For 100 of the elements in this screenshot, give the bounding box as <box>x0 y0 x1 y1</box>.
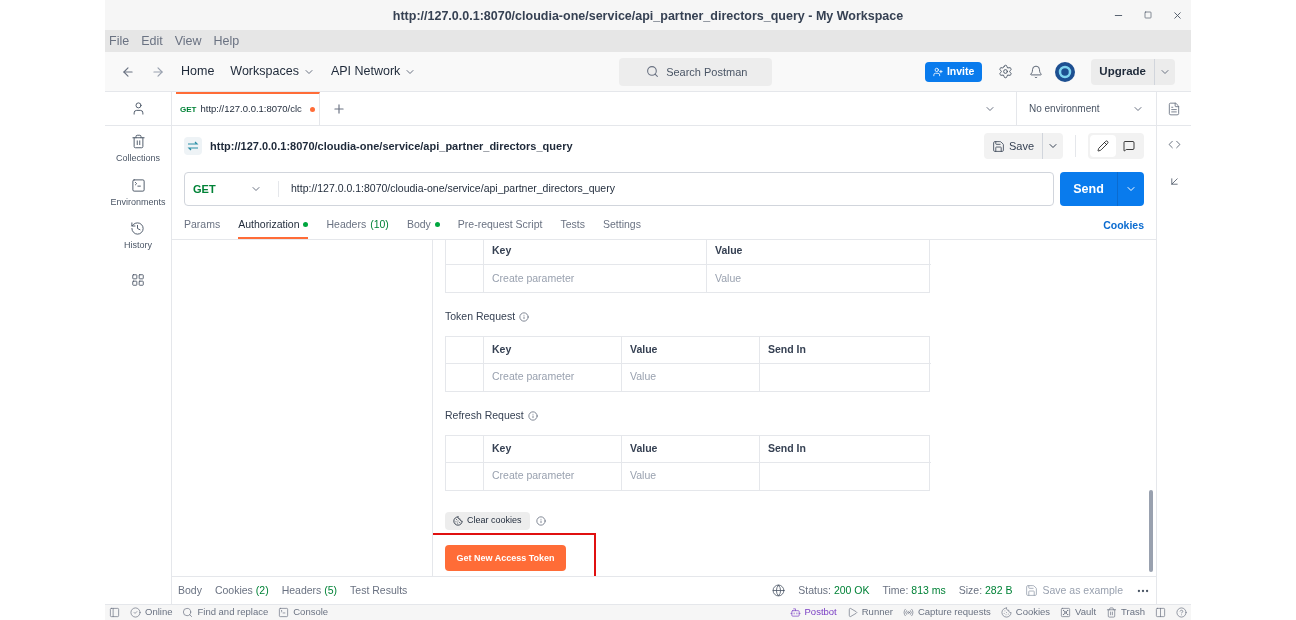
add-user-icon <box>932 66 943 77</box>
status-item[interactable]: Trash <box>1106 605 1145 620</box>
menu-item[interactable]: View <box>174 31 202 51</box>
response-tab[interactable]: Headers (5) <box>281 582 338 599</box>
add-icon[interactable] <box>331 101 346 116</box>
response-tab[interactable]: Body <box>178 582 202 599</box>
close-icon[interactable] <box>1172 9 1183 21</box>
response-meta: Status: 200 OK <box>798 582 870 598</box>
search-field[interactable]: Search Postman <box>619 57 773 86</box>
save-example-button[interactable]: Save as example <box>1025 582 1123 599</box>
status-item[interactable]: Online <box>130 605 173 620</box>
forward-icon[interactable] <box>151 64 165 79</box>
section-tab[interactable]: Tests <box>560 212 585 239</box>
cookie-icon <box>1000 607 1012 618</box>
section-tab[interactable]: Authorization <box>238 212 309 239</box>
save-icon <box>991 139 1005 153</box>
invite-button[interactable]: Invite <box>924 61 983 82</box>
status-item[interactable]: Postbot <box>789 605 837 620</box>
section-tab[interactable]: Body <box>406 212 440 239</box>
edit-icon[interactable] <box>1097 140 1109 152</box>
nav-item[interactable]: Home <box>181 62 215 81</box>
http-icon <box>184 137 202 155</box>
column-header: Key <box>492 440 512 456</box>
comment-icon[interactable] <box>1123 140 1135 152</box>
url-field[interactable]: GET http://127.0.0.1:8070/cloudia-one/service/api_partner_directors_query <box>184 172 1054 206</box>
maximize-icon[interactable] <box>1144 11 1152 19</box>
placeholder-text[interactable]: Value <box>715 270 742 287</box>
request-tab[interactable]: GET http://127.0.0.1:8070/clc <box>176 92 320 125</box>
status-item[interactable]: Find and replace <box>182 605 269 620</box>
info-icon[interactable] <box>527 410 538 421</box>
section-title: Refresh Request <box>445 407 524 423</box>
back-icon[interactable] <box>121 64 135 79</box>
sidebar-item[interactable]: History <box>124 221 152 253</box>
placeholder-text[interactable]: Create parameter <box>492 468 575 484</box>
sidebar-toggle-icon[interactable] <box>109 607 120 618</box>
placeholder-text[interactable]: Value <box>630 369 657 386</box>
placeholder-text[interactable]: Create parameter <box>492 270 575 287</box>
status-item[interactable]: Cookies <box>1000 605 1051 620</box>
status-item[interactable]: Runner <box>846 605 893 620</box>
cookies-link[interactable]: Cookies <box>1103 212 1144 239</box>
code-icon[interactable] <box>1167 138 1181 151</box>
search-icon <box>182 607 194 618</box>
request-name: http://127.0.0.1:8070/cloudia-one/service/api_partner_directors_query <box>210 138 573 154</box>
section-tab[interactable]: Pre-request Script <box>457 212 543 239</box>
info-icon[interactable] <box>535 515 546 526</box>
placeholder-text[interactable]: Create parameter <box>492 369 575 386</box>
status-item[interactable]: Capture requests <box>902 605 991 620</box>
upgrade-button[interactable]: Upgrade <box>1091 58 1175 85</box>
user-icon[interactable] <box>130 101 146 116</box>
column-header: Key <box>492 243 512 259</box>
send-button[interactable]: Send <box>1060 172 1144 206</box>
section-tab[interactable]: Settings <box>602 212 641 239</box>
method-select[interactable]: GET <box>185 180 279 198</box>
trash-icon <box>1106 607 1118 618</box>
environment-quick-look-icon[interactable] <box>1167 101 1181 116</box>
section-tab[interactable]: Params <box>184 212 221 239</box>
online-icon <box>130 607 141 618</box>
column-header: Value <box>630 341 658 357</box>
vault-icon <box>1060 607 1072 618</box>
search-icon <box>646 64 660 78</box>
section-tab[interactable]: Headers (10) <box>326 212 389 239</box>
sidebar-item[interactable]: Collections <box>116 134 160 166</box>
placeholder-text[interactable]: Value <box>630 468 657 484</box>
status-item[interactable]: Vault <box>1060 605 1097 620</box>
play-icon <box>846 607 858 618</box>
nav-item[interactable]: API Network <box>330 62 417 81</box>
section-title: Token Request <box>445 309 516 324</box>
info-icon[interactable] <box>519 311 530 322</box>
environment-select[interactable]: No environment <box>1016 92 1156 125</box>
cookie-icon <box>453 515 463 526</box>
bot-icon <box>789 607 801 618</box>
settings-icon[interactable] <box>998 64 1014 79</box>
two-pane-icon[interactable] <box>1155 607 1166 618</box>
method-label: GET <box>180 103 197 116</box>
status-item[interactable]: Console <box>278 605 329 620</box>
response-tab[interactable]: Test Results <box>350 582 408 599</box>
nav-item[interactable]: Workspaces <box>230 62 315 81</box>
menu-item[interactable]: File <box>109 31 130 51</box>
menu-item[interactable]: Edit <box>141 31 163 51</box>
response-tab[interactable]: Cookies (2) <box>214 582 269 599</box>
response-meta: Size: 282 B <box>958 582 1013 598</box>
tab-title: http://127.0.0.1:8070/clc <box>200 102 302 117</box>
column-header: Value <box>715 243 743 259</box>
scrollbar[interactable] <box>1149 490 1153 572</box>
bell-icon[interactable] <box>1029 64 1044 79</box>
column-header: Value <box>630 440 658 456</box>
save-icon <box>1025 584 1039 597</box>
avatar-icon[interactable] <box>1055 61 1076 82</box>
globe-icon[interactable] <box>772 584 786 597</box>
save-button[interactable]: Save <box>983 133 1063 159</box>
menu-item[interactable]: Help <box>213 31 240 51</box>
column-header: Key <box>492 341 512 357</box>
sidebar-item[interactable]: Environments <box>110 177 166 209</box>
get-token-button[interactable]: Get New Access Token <box>445 545 566 572</box>
column-header: Send In <box>768 341 806 357</box>
clear-cookies-button[interactable]: Clear cookies <box>445 511 530 530</box>
response-meta: Time: 813 ms <box>882 582 946 598</box>
window-title: http://127.0.0.1:8070/cloudia-one/service/api_partner_directors_query - My Workspace <box>392 9 904 23</box>
help-icon[interactable] <box>1176 607 1187 618</box>
history-icon <box>130 221 146 236</box>
